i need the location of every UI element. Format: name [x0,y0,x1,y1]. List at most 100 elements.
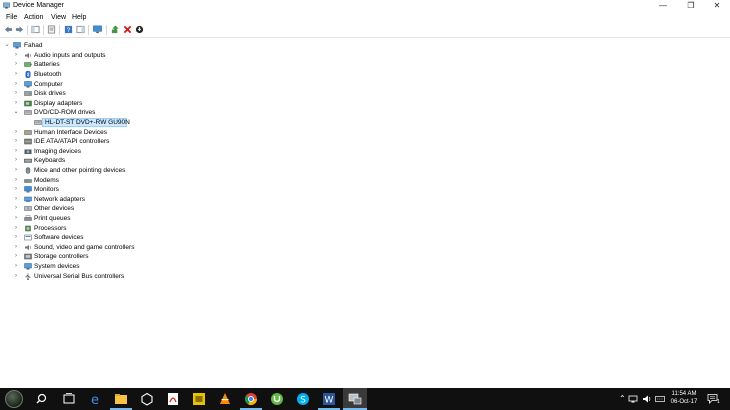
monitor-icon[interactable] [93,25,102,34]
printer-icon [24,215,32,221]
battery-icon [24,62,32,68]
chevron-right-icon[interactable]: › [13,252,19,261]
other-devices-icon: ? [24,206,32,211]
tree-category[interactable]: › Software devices [0,233,730,242]
chevron-right-icon[interactable]: › [13,128,19,137]
chevron-right-icon[interactable]: › [13,70,19,79]
properties-icon[interactable] [47,25,56,34]
uninstall-icon[interactable] [123,25,132,34]
menu-action[interactable]: Action [24,13,43,22]
svg-text:?: ? [67,27,71,34]
tree-category-label: Human Interface Devices [34,128,107,136]
tree-category[interactable]: › Modems [0,176,730,185]
maximize-button[interactable]: ❐ [680,0,702,12]
tree-category[interactable]: › Universal Serial Bus controllers [0,272,730,281]
tree-category[interactable]: › Human Interface Devices [0,128,730,137]
chevron-right-icon[interactable]: › [13,195,19,204]
chevron-right-icon[interactable]: › [13,185,19,194]
tree-category[interactable]: ›? Other devices [0,204,730,213]
modem-icon [24,178,32,183]
chevron-right-icon[interactable]: › [13,137,19,146]
tree-category-label: Modems [34,176,59,184]
back-icon[interactable] [4,25,13,34]
close-button[interactable]: ✕ [706,0,728,12]
tree-category[interactable]: › Sound, video and game controllers [0,243,730,252]
chrome-icon[interactable] [244,392,258,406]
chevron-right-icon[interactable]: › [13,156,19,165]
start-button[interactable] [5,390,23,408]
skype-icon[interactable]: S [296,392,310,406]
chevron-right-icon[interactable]: › [13,147,19,156]
network-icon[interactable] [628,394,638,404]
edge-icon[interactable]: e [88,392,102,406]
tree-category[interactable]: › Mice and other pointing devices [0,166,730,175]
adobe-reader-icon[interactable] [166,392,180,406]
volume-icon[interactable] [642,394,652,404]
search-icon[interactable] [36,392,50,406]
chevron-right-icon[interactable]: › [13,89,19,98]
chevron-right-icon[interactable]: › [13,80,19,89]
chevron-right-icon[interactable]: › [13,176,19,185]
chevron-right-icon[interactable]: › [13,233,19,242]
tree-category[interactable]: › Keyboards [0,156,730,165]
toolbar-separator [43,25,44,35]
menu-view[interactable]: View [51,13,66,22]
vlc-icon[interactable] [218,392,232,406]
utorrent-icon[interactable] [270,392,284,406]
chevron-down-icon[interactable]: ⌄ [4,41,10,50]
menu-file[interactable]: File [6,13,17,22]
file-explorer-icon[interactable] [114,392,128,406]
chevron-right-icon[interactable]: › [13,224,19,233]
tree-category[interactable]: › Processors [0,224,730,233]
show-hidden-icons-icon[interactable]: ⌃ [619,394,626,404]
tree-category[interactable]: › Display adapters [0,99,730,108]
keyboard-icon [24,159,32,163]
chevron-right-icon[interactable]: › [13,204,19,213]
minimize-button[interactable]: — [652,0,674,12]
tree-category[interactable]: › Batteries [0,60,730,69]
forward-icon[interactable] [15,25,24,34]
chevron-right-icon[interactable]: › [13,166,19,175]
chevron-right-icon[interactable]: › [13,51,19,60]
tree-category[interactable]: ⌄ DVD/CD-ROM drives [0,108,730,117]
tree-root[interactable]: ⌄ Fahad [0,41,730,50]
dvd-drive-icon [24,110,32,116]
chevron-right-icon[interactable]: › [13,99,19,108]
device-tree: ⌄ Fahad › Audio inputs and outputs › Batter… [0,39,730,388]
chevron-right-icon[interactable]: › [13,214,19,223]
help-icon[interactable]: ? [64,25,73,34]
toolbar-separator [59,25,60,35]
tree-device[interactable]: HL-DT-ST DVD+-RW GU90N [0,117,730,127]
tree-category[interactable]: › Bluetooth [0,70,730,79]
tree-category[interactable]: › Computer [0,80,730,89]
unity-icon[interactable] [140,392,154,406]
update-driver-icon[interactable] [111,25,120,34]
word-icon[interactable]: W [322,392,336,406]
dvd-drive-icon [34,120,42,125]
chevron-right-icon[interactable]: › [13,262,19,271]
tree-category[interactable]: › Network adapters [0,195,730,204]
tree-category[interactable]: › Storage controllers [0,252,730,261]
camera-icon [24,149,32,154]
svg-text:W: W [325,396,334,406]
disable-device-icon[interactable] [135,25,144,34]
media-app-icon[interactable] [192,392,206,406]
chevron-right-icon[interactable]: › [13,243,19,252]
chevron-right-icon[interactable]: › [13,272,19,281]
tree-category[interactable]: › System devices [0,262,730,271]
chevron-down-icon[interactable]: ⌄ [13,108,19,117]
mouse-icon [25,167,31,174]
tree-category[interactable]: › IDE ATA/ATAPI controllers [0,137,730,146]
show-hide-console-tree-icon[interactable] [31,25,40,34]
action-pane-icon[interactable] [76,25,85,34]
device-manager-icon[interactable] [348,392,362,406]
task-view-icon[interactable] [62,392,76,406]
menu-help[interactable]: Help [72,13,86,22]
tree-category[interactable]: › Audio inputs and outputs [0,51,730,60]
tree-category[interactable]: › Print queues [0,214,730,223]
tree-category[interactable]: › Disk drives [0,89,730,98]
tree-category[interactable]: › Imaging devices [0,147,730,156]
tree-category[interactable]: › Monitors [0,185,730,194]
system-clock[interactable]: 11:54 AM 06-Oct-17 [664,390,704,406]
chevron-right-icon[interactable]: › [13,60,19,69]
